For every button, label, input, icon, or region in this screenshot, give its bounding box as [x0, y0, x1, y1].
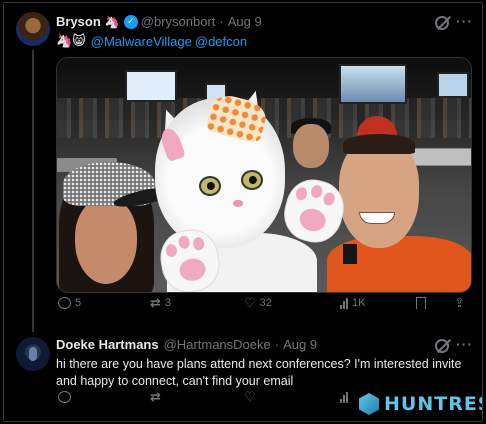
- tweet-timestamp[interactable]: Aug 9: [228, 14, 262, 29]
- author-name-emoji: 🦄: [104, 14, 120, 29]
- photo-man-face: [339, 138, 419, 248]
- reply-button[interactable]: [58, 391, 71, 403]
- reply-header: Doeke Hartmans @HartmansDoeke · Aug 9: [56, 337, 317, 352]
- reply-icon: [58, 297, 71, 309]
- repost-icon: ⇄: [150, 295, 161, 310]
- huntress-watermark: HUNTRESS: [359, 393, 482, 415]
- reply-author-name[interactable]: Doeke Hartmans: [56, 337, 159, 352]
- photo-background-man: [293, 124, 329, 168]
- heart-icon: ♡: [244, 389, 256, 404]
- reply-author-handle[interactable]: @HartmansDoeke: [164, 337, 271, 352]
- views-icon: [340, 297, 348, 309]
- tweet-header: Bryson 🦄 ✓ @brysonbort · Aug 9: [56, 14, 262, 29]
- author-name[interactable]: Bryson: [56, 14, 101, 29]
- grok-icon[interactable]: [435, 339, 449, 353]
- tweet-photo[interactable]: [56, 57, 472, 293]
- tweet-emojis: 🦄😸: [56, 33, 86, 48]
- thread-connector-line: [32, 50, 34, 332]
- more-icon[interactable]: ···: [456, 336, 473, 352]
- repost-button[interactable]: ⇄ 3: [150, 295, 171, 311]
- views-button[interactable]: [340, 391, 348, 403]
- views-icon: [340, 391, 348, 403]
- photo-screen: [339, 64, 407, 104]
- reply-timestamp[interactable]: Aug 9: [283, 337, 317, 352]
- like-count: 32: [259, 297, 272, 309]
- heart-icon: ♡: [244, 295, 256, 310]
- huntress-wordmark: HUNTRESS: [384, 393, 482, 415]
- repost-button[interactable]: ⇄: [150, 389, 161, 405]
- bookmark-button[interactable]: [416, 296, 426, 310]
- reply-button[interactable]: 5: [58, 297, 81, 309]
- repost-count: 3: [164, 297, 172, 309]
- reply-icon: [58, 391, 71, 403]
- grok-icon[interactable]: [435, 16, 449, 30]
- separator-dot: ·: [274, 337, 280, 352]
- reply-text: hi there are you have plans attend next …: [56, 357, 462, 388]
- photo-man-hair: [343, 134, 415, 154]
- views-button[interactable]: 1K: [340, 297, 365, 309]
- share-icon: ⇪: [454, 295, 465, 310]
- share-button[interactable]: ⇪: [454, 295, 465, 311]
- mention-link[interactable]: @MalwareVillage: [91, 34, 192, 49]
- repost-icon: ⇄: [150, 389, 161, 404]
- photo-woman-face: [75, 198, 137, 284]
- avatar-bryson[interactable]: [16, 12, 50, 46]
- avatar-doeke[interactable]: [16, 337, 50, 371]
- photo-cat-eye: [241, 170, 263, 190]
- like-button[interactable]: ♡: [244, 389, 256, 405]
- views-count: 1K: [352, 297, 366, 309]
- verified-badge-icon: ✓: [123, 14, 138, 29]
- tweet-thread-card: Bryson 🦄 ✓ @brysonbort · Aug 9 ··· 🦄😸 @M…: [3, 2, 483, 422]
- reply-count: 5: [75, 297, 82, 309]
- photo-cat-eye: [199, 176, 221, 196]
- photo-screen: [125, 70, 177, 102]
- huntress-logo-icon: [359, 393, 379, 415]
- tweet-text: 🦄😸 @MalwareVillage @defcon: [56, 33, 247, 49]
- more-icon[interactable]: ···: [456, 13, 473, 29]
- photo-cat-nose: [233, 200, 243, 207]
- author-handle[interactable]: @brysonbort: [141, 14, 216, 29]
- photo-screen: [437, 72, 469, 98]
- like-button[interactable]: ♡ 32: [244, 295, 272, 311]
- mention-link[interactable]: @defcon: [195, 34, 247, 49]
- bookmark-icon: [416, 296, 426, 310]
- photo-man-collar: [343, 244, 357, 264]
- separator-dot: ·: [219, 14, 224, 29]
